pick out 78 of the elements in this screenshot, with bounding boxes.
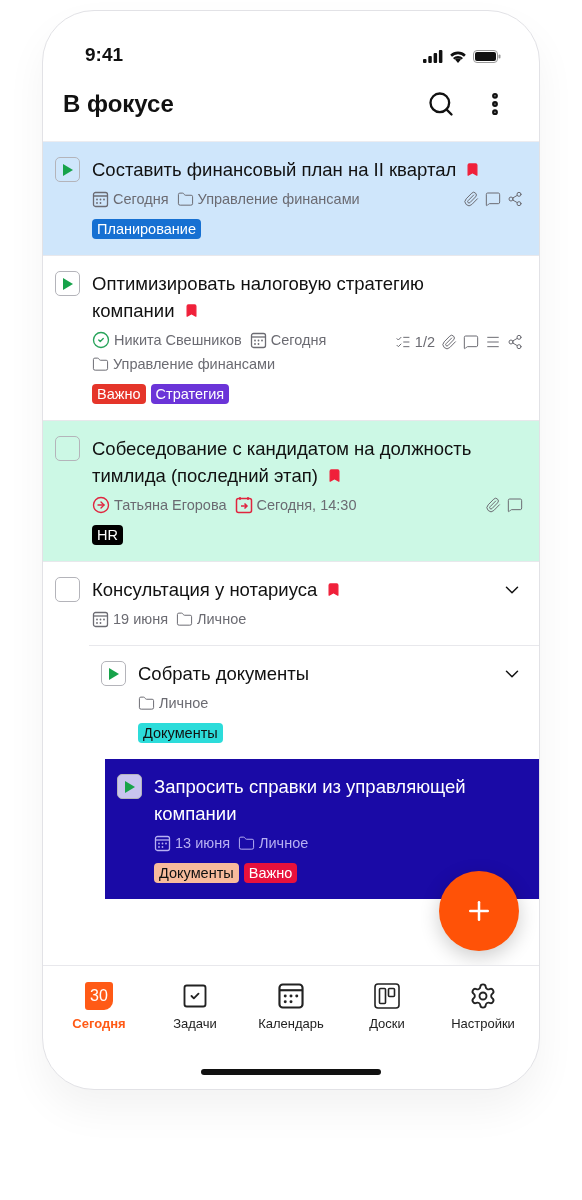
task-card[interactable]: Собеседование с кандидатом на должность тимлида (последний этап) Татьяна Егорова Сегодня, 14:30 HR: [43, 421, 539, 561]
task-card[interactable]: Составить финансовый план на II квартал Сегодня Управление финансами Планирование: [43, 142, 539, 255]
calendar-icon: [277, 982, 305, 1010]
folder-icon: [176, 610, 193, 628]
meta-text: Личное: [159, 694, 209, 713]
signal-icon: [423, 50, 443, 63]
folder-icon: [238, 834, 255, 852]
paperclip-icon[interactable]: [485, 497, 501, 513]
meta-text: Управление финансами: [113, 355, 276, 374]
checkbox-icon: [181, 982, 209, 1010]
meta-text: 13 июня: [175, 834, 230, 853]
wifi-icon: [449, 50, 467, 63]
meta-text: Татьяна Егорова: [114, 496, 227, 515]
check-circle-icon: [92, 331, 110, 349]
comment-icon[interactable]: [507, 497, 523, 513]
settings-icon: [469, 982, 497, 1010]
share-icon[interactable]: [507, 191, 523, 207]
meta-text: 19 июня: [113, 610, 168, 629]
tab[interactable]: Задачи: [147, 982, 243, 1031]
task-checkbox[interactable]: [101, 661, 126, 686]
meta-text: Личное: [197, 610, 247, 629]
calendar-day-icon: 30: [85, 982, 113, 1010]
tag: HR: [92, 525, 123, 545]
comment-icon[interactable]: [485, 191, 501, 207]
calendar-icon: [154, 834, 171, 852]
tag: Документы: [154, 863, 239, 883]
task-checkbox[interactable]: [55, 436, 80, 461]
lines-icon[interactable]: [485, 334, 501, 350]
task-checkbox[interactable]: [55, 271, 80, 296]
add-button[interactable]: [439, 871, 519, 951]
checklist-icon[interactable]: [394, 334, 411, 350]
tag: Документы: [138, 723, 223, 743]
meta-text: Сегодня: [270, 331, 327, 350]
checklist-count: 1/2: [414, 333, 435, 352]
meta-text: Сегодня: [113, 190, 169, 209]
tag: Важно: [92, 384, 146, 404]
meta-text: Никита Свешников: [114, 331, 242, 350]
tag: Стратегия: [150, 384, 230, 404]
paperclip-icon[interactable]: [441, 334, 457, 350]
calendar-icon: [92, 610, 109, 628]
task-card[interactable]: Оптимизировать налоговую стратегию компании Никита Свешников Сегодня Управление финансами 1/2 Важно Стратегия: [43, 256, 539, 420]
comment-icon[interactable]: [463, 334, 479, 350]
arrow-circle-icon: [92, 496, 110, 514]
meta-text: Сегодня, 14:30: [256, 496, 357, 515]
meta-text: Личное: [259, 834, 309, 853]
task-checkbox[interactable]: [55, 577, 80, 602]
page-title: В фокусе: [63, 90, 175, 118]
search-icon[interactable]: [427, 90, 455, 118]
board-icon: [373, 982, 401, 1010]
task-checkbox[interactable]: [117, 774, 142, 799]
battery-icon: [473, 50, 501, 63]
meta-text: Управление финансами: [197, 190, 360, 209]
play-icon: [123, 779, 136, 794]
task-checkbox[interactable]: [55, 157, 80, 182]
tab[interactable]: Календарь: [243, 982, 339, 1031]
status-time: 9:41: [85, 43, 124, 67]
tag: Планирование: [92, 219, 201, 239]
tab[interactable]: Доски: [339, 982, 435, 1031]
play-icon: [61, 276, 74, 291]
task-card[interactable]: Запросить справки из управляющей компании 13 июня Личное Документы Важно: [105, 759, 539, 899]
tab[interactable]: Настройки: [435, 982, 531, 1031]
paperclip-icon[interactable]: [463, 191, 479, 207]
task-title: Собеседование с кандидатом на должность тимлида (последний этап): [92, 437, 473, 488]
task-card[interactable]: Консультация у нотариуса 19 июня Личное: [43, 562, 539, 645]
play-icon: [107, 666, 120, 681]
calendar-icon: [249, 331, 267, 349]
task-title: Собрать документы: [138, 662, 311, 686]
folder-icon: [92, 355, 109, 373]
share-icon[interactable]: [507, 334, 523, 350]
task-title: Оптимизировать налоговую стратегию компании: [92, 272, 425, 323]
folder-icon: [176, 190, 194, 208]
calendar-icon: [92, 190, 109, 208]
task-title: Консультация у нотариуса: [92, 576, 493, 603]
folder-icon: [138, 694, 155, 712]
task-title: Составить финансовый план на II квартал: [92, 156, 523, 183]
tag: Важно: [243, 863, 298, 883]
play-icon: [61, 162, 74, 177]
task-title: Запросить справки из управляющей компании: [154, 775, 467, 826]
